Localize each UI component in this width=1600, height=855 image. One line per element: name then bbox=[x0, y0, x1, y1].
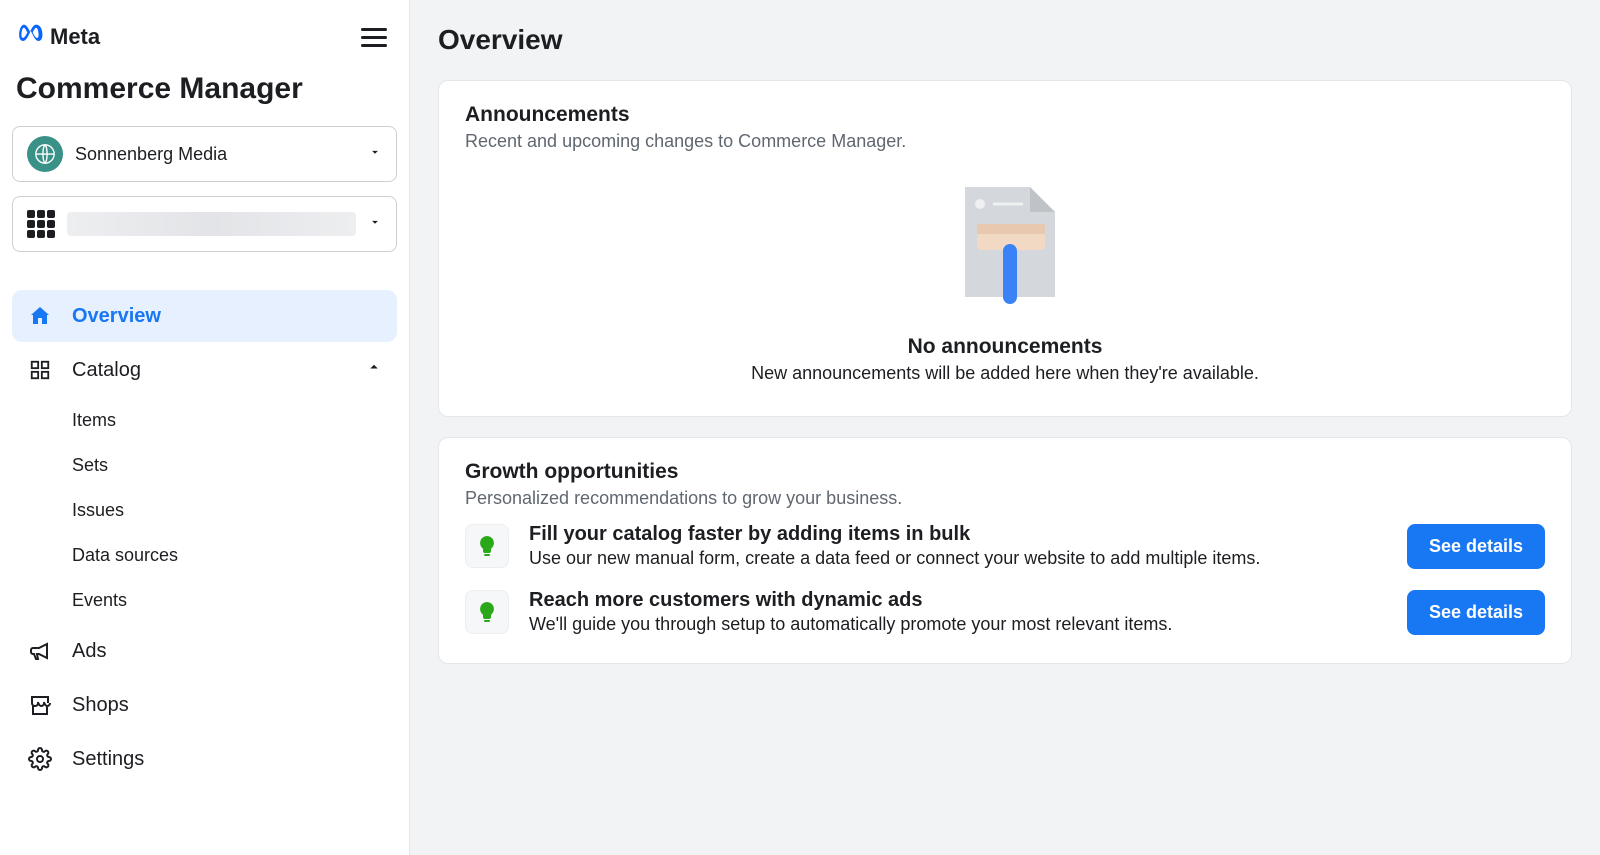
nav-items[interactable]: Items bbox=[72, 398, 397, 443]
announcements-card: Announcements Recent and upcoming change… bbox=[438, 80, 1572, 417]
announcements-empty-title: No announcements bbox=[908, 335, 1103, 359]
growth-opportunity: Fill your catalog faster by adding items… bbox=[465, 509, 1545, 575]
announcements-empty-state: No announcements New announcements will … bbox=[465, 152, 1545, 394]
catalog-selector-placeholder bbox=[67, 212, 356, 236]
nav-catalog-label: Catalog bbox=[72, 359, 141, 382]
growth-opportunity: Reach more customers with dynamic ads We… bbox=[465, 575, 1545, 641]
nav-events[interactable]: Events bbox=[72, 578, 397, 623]
chevron-up-icon bbox=[365, 358, 383, 382]
home-icon bbox=[26, 304, 54, 328]
lightbulb-icon bbox=[465, 524, 509, 568]
announcements-heading: Announcements bbox=[465, 103, 1545, 127]
catalog-selector[interactable] bbox=[12, 196, 397, 252]
nav-data-sources[interactable]: Data sources bbox=[72, 533, 397, 578]
meta-logo-icon bbox=[16, 20, 44, 54]
growth-subtitle: Personalized recommendations to grow you… bbox=[465, 488, 1545, 509]
app-title: Commerce Manager bbox=[12, 60, 397, 116]
growth-opportunity-title: Fill your catalog faster by adding items… bbox=[529, 523, 1387, 546]
see-details-button[interactable]: See details bbox=[1407, 524, 1545, 569]
brand-name: Meta bbox=[50, 24, 100, 50]
empty-document-icon bbox=[945, 182, 1065, 317]
nav-ads[interactable]: Ads bbox=[12, 625, 397, 677]
growth-opportunity-text: Reach more customers with dynamic ads We… bbox=[529, 589, 1387, 635]
page-title: Overview bbox=[438, 24, 1572, 56]
announcements-empty-subtitle: New announcements will be added here whe… bbox=[751, 363, 1259, 384]
nav-settings-label: Settings bbox=[72, 748, 144, 771]
lightbulb-icon bbox=[465, 590, 509, 634]
sidebar: Meta Commerce Manager Sonnenberg Media O… bbox=[0, 0, 410, 855]
growth-card: Growth opportunities Personalized recomm… bbox=[438, 437, 1572, 664]
announcements-subtitle: Recent and upcoming changes to Commerce … bbox=[465, 131, 1545, 152]
sidebar-header: Meta bbox=[12, 16, 397, 54]
account-avatar-icon bbox=[27, 136, 63, 172]
growth-opportunity-subtitle: Use our new manual form, create a data f… bbox=[529, 548, 1387, 569]
growth-heading: Growth opportunities bbox=[465, 460, 1545, 484]
catalog-icon bbox=[26, 359, 54, 381]
nav-shops[interactable]: Shops bbox=[12, 679, 397, 731]
nav-ads-label: Ads bbox=[72, 640, 106, 663]
account-selector[interactable]: Sonnenberg Media bbox=[12, 126, 397, 182]
caret-down-icon bbox=[368, 145, 382, 164]
grid-icon bbox=[27, 210, 55, 238]
nav-overview[interactable]: Overview bbox=[12, 290, 397, 342]
gear-icon bbox=[26, 747, 54, 771]
main-content: Overview Announcements Recent and upcomi… bbox=[410, 0, 1600, 855]
nav-catalog[interactable]: Catalog bbox=[12, 344, 397, 396]
caret-down-icon bbox=[368, 215, 382, 234]
account-selector-label: Sonnenberg Media bbox=[75, 144, 356, 165]
nav-sets[interactable]: Sets bbox=[72, 443, 397, 488]
megaphone-icon bbox=[26, 639, 54, 663]
nav-issues[interactable]: Issues bbox=[72, 488, 397, 533]
nav-shops-label: Shops bbox=[72, 694, 129, 717]
see-details-button[interactable]: See details bbox=[1407, 590, 1545, 635]
growth-opportunity-subtitle: We'll guide you through setup to automat… bbox=[529, 614, 1387, 635]
sidebar-nav: Overview Catalog Items Sets Issues Data … bbox=[12, 290, 397, 785]
growth-opportunity-title: Reach more customers with dynamic ads bbox=[529, 589, 1387, 612]
nav-catalog-children: Items Sets Issues Data sources Events bbox=[12, 398, 397, 623]
meta-brand[interactable]: Meta bbox=[16, 20, 100, 54]
nav-overview-label: Overview bbox=[72, 305, 161, 328]
hamburger-menu-icon[interactable] bbox=[361, 28, 387, 47]
growth-opportunity-text: Fill your catalog faster by adding items… bbox=[529, 523, 1387, 569]
nav-settings[interactable]: Settings bbox=[12, 733, 397, 785]
storefront-icon bbox=[26, 693, 54, 717]
